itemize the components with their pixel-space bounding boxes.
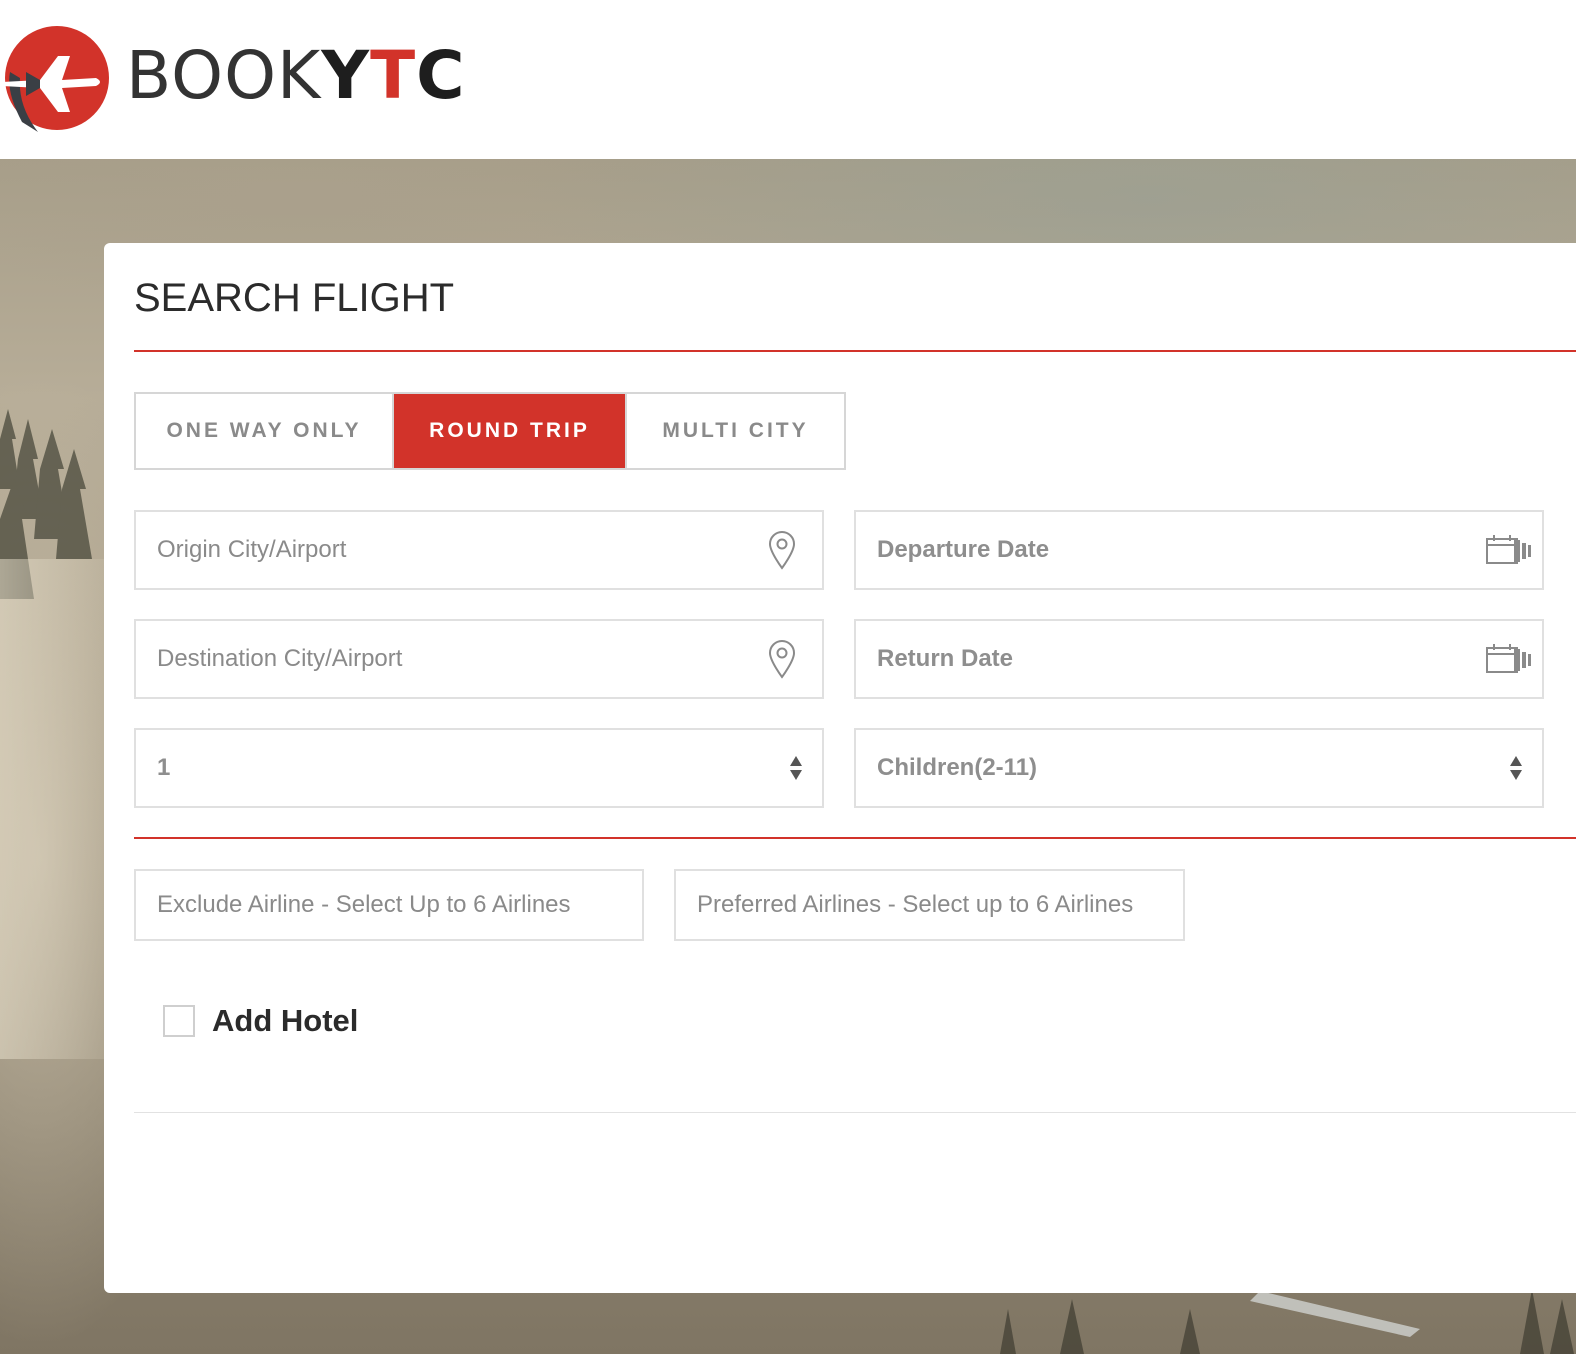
logo-text-book: BOOK [126, 37, 322, 114]
origin-input[interactable] [136, 512, 822, 588]
children-select-value: Children(2-11) [877, 754, 1038, 781]
departure-date-input[interactable] [856, 512, 1542, 588]
adults-select[interactable]: 1 [134, 728, 824, 808]
exclude-airline-field [134, 869, 644, 941]
return-date-field [854, 619, 1544, 699]
children-select[interactable]: Children(2-11) [854, 728, 1544, 808]
logo-text-t: T [370, 37, 417, 114]
select-arrows-icon [784, 730, 808, 806]
tab-round-trip[interactable]: ROUND TRIP [394, 394, 625, 468]
origin-field [134, 510, 824, 590]
airplane-logo-icon[interactable] [0, 22, 112, 134]
footer-divider [134, 1112, 1576, 1113]
map-pin-icon [762, 512, 802, 588]
select-arrows-icon [1504, 730, 1528, 806]
page-title: SEARCH FLIGHT [134, 276, 455, 320]
logo-text-y: Y [321, 37, 371, 114]
return-date-input[interactable] [856, 621, 1542, 697]
tab-one-way[interactable]: ONE WAY ONLY [136, 394, 394, 468]
title-divider [134, 350, 1576, 352]
destination-input[interactable] [136, 621, 822, 697]
trip-type-tabs: ONE WAY ONLY ROUND TRIP MULTI CITY [134, 392, 846, 470]
add-hotel-checkbox[interactable] [163, 1005, 195, 1037]
exclude-airline-input[interactable] [136, 871, 642, 939]
tab-multi-city[interactable]: MULTI CITY [625, 394, 844, 468]
calendar-icon[interactable] [1484, 621, 1534, 697]
calendar-icon[interactable] [1484, 512, 1534, 588]
departure-date-field [854, 510, 1544, 590]
search-flight-card: SEARCH FLIGHT ONE WAY ONLY ROUND TRIP MU… [104, 243, 1576, 1293]
preferred-airlines-input[interactable] [676, 871, 1183, 939]
brand-wordmark[interactable]: BOOKYTC [126, 36, 466, 116]
section-divider [134, 837, 1576, 839]
preferred-airlines-field [674, 869, 1185, 941]
site-header: BOOKYTC [0, 0, 1576, 159]
add-hotel-label[interactable]: Add Hotel [212, 1002, 358, 1040]
map-pin-icon [762, 621, 802, 697]
adults-select-value: 1 [157, 754, 171, 781]
logo-text-c: C [416, 37, 466, 114]
destination-field [134, 619, 824, 699]
